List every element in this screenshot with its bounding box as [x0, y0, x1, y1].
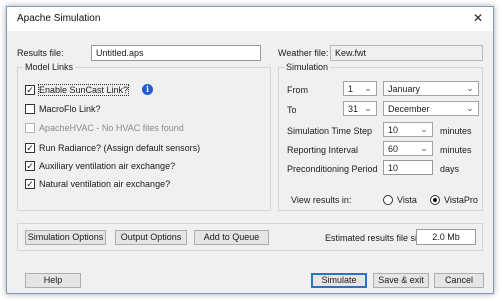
- close-icon[interactable]: ✕: [471, 11, 485, 25]
- results-file-input[interactable]: Untitled.aps: [91, 45, 261, 61]
- suncast-label: Enable SunCast Link?: [37, 84, 130, 96]
- vista-radio[interactable]: [383, 195, 393, 205]
- model-links-title: Model Links: [23, 62, 76, 72]
- vistapro-radio[interactable]: [430, 195, 440, 205]
- simulation-title: Simulation: [284, 62, 331, 72]
- save-exit-button[interactable]: Save & exit: [373, 273, 429, 288]
- chevron-down-icon: ⌄: [466, 103, 474, 113]
- chevron-down-icon: ⌄: [364, 83, 372, 93]
- preconditioning-label: Preconditioning Period: [287, 164, 378, 174]
- simulation-options-button[interactable]: Simulation Options: [25, 230, 106, 245]
- info-icon[interactable]: i: [142, 84, 153, 95]
- macroflo-label: MacroFlo Link?: [39, 104, 101, 114]
- from-month-select[interactable]: January ⌄: [383, 81, 479, 96]
- results-file-label: Results file:: [17, 48, 64, 58]
- auxiliary-ventilation-label: Auxiliary ventilation air exchange?: [39, 161, 176, 171]
- preconditioning-input[interactable]: 10: [383, 160, 433, 175]
- reporting-interval-label: Reporting Interval: [287, 145, 359, 155]
- chevron-down-icon: ⌄: [420, 124, 428, 134]
- time-step-label: Simulation Time Step: [287, 126, 373, 136]
- radio-selected-dot: [433, 198, 437, 202]
- chevron-down-icon: ⌄: [364, 103, 372, 113]
- time-step-unit: minutes: [440, 126, 472, 136]
- radiance-checkbox[interactable]: ✓: [25, 143, 35, 153]
- natural-ventilation-checkbox[interactable]: ✓: [25, 179, 35, 189]
- title-bar: Apache Simulation ✕: [7, 7, 493, 31]
- to-day-select[interactable]: 31 ⌄: [343, 101, 377, 116]
- apachehvac-label: ApacheHVAC - No HVAC files found: [39, 123, 184, 133]
- apachehvac-checkbox: [25, 123, 35, 133]
- vistapro-label: VistaPro: [444, 195, 478, 205]
- estimated-size-value: 2.0 Mb: [416, 229, 476, 245]
- apache-simulation-dialog: Apache Simulation ✕ Results file: Untitl…: [6, 6, 494, 294]
- view-results-label: View results in:: [291, 195, 352, 205]
- reporting-interval-unit: minutes: [440, 145, 472, 155]
- natural-ventilation-label: Natural ventilation air exchange?: [39, 179, 171, 189]
- suncast-checkbox[interactable]: ✓: [25, 85, 35, 95]
- preconditioning-unit: days: [440, 164, 460, 174]
- from-day-select[interactable]: 1 ⌄: [343, 81, 377, 96]
- estimated-size-label: Estimated results file size: [325, 233, 427, 243]
- dialog-body: Results file: Untitled.aps Weather file:…: [7, 31, 493, 293]
- reporting-interval-select[interactable]: 60 ⌄: [383, 141, 433, 156]
- radiance-label: Run Radiance? (Assign default sensors): [39, 143, 201, 153]
- window-title: Apache Simulation: [17, 13, 101, 24]
- vista-label: Vista: [397, 195, 417, 205]
- macroflo-checkbox[interactable]: [25, 104, 35, 114]
- output-options-button[interactable]: Output Options: [115, 230, 187, 245]
- cancel-button[interactable]: Cancel: [434, 273, 484, 288]
- add-to-queue-button[interactable]: Add to Queue: [194, 230, 269, 245]
- auxiliary-ventilation-checkbox[interactable]: ✓: [25, 161, 35, 171]
- weather-file-label: Weather file:: [278, 48, 329, 58]
- to-month-select[interactable]: December ⌄: [383, 101, 479, 116]
- time-step-select[interactable]: 10 ⌄: [383, 122, 433, 137]
- chevron-down-icon: ⌄: [420, 143, 428, 153]
- to-label: To: [287, 105, 297, 115]
- help-button[interactable]: Help: [25, 273, 81, 288]
- from-label: From: [287, 85, 308, 95]
- weather-file-field: Kew.fwt: [330, 45, 483, 61]
- simulate-button[interactable]: Simulate: [311, 273, 367, 288]
- chevron-down-icon: ⌄: [466, 83, 474, 93]
